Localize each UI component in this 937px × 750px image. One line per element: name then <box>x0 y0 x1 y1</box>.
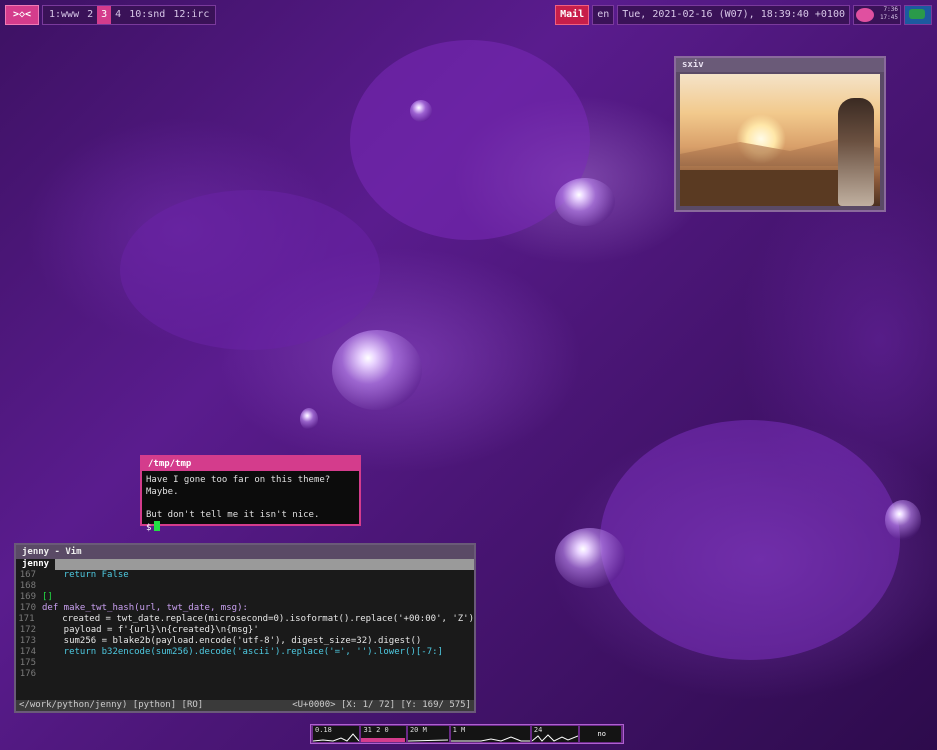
code-text: payload = f'{url}\n{created}\n{msg}' <box>42 625 259 635</box>
globe-icon[interactable] <box>904 5 932 25</box>
code-line[interactable]: 172 payload = f'{url}\n{created}\n{msg}' <box>16 625 474 636</box>
line-number: 170 <box>19 603 36 613</box>
sunrise-time: 7:36 <box>883 6 898 13</box>
line-number: 168 <box>19 581 36 591</box>
mail-indicator[interactable]: Mail <box>555 5 590 25</box>
water-drop <box>332 330 422 410</box>
terminal-line: But don't tell me it isn't nice. <box>146 509 320 520</box>
line-number: 173 <box>19 636 36 646</box>
table <box>680 170 840 206</box>
petal <box>600 420 900 660</box>
workspace-1[interactable]: 1:www <box>45 6 83 24</box>
workspace-list: 1:www 2 3 4 10:snd 12:irc <box>42 5 217 25</box>
cpu-graph: 31 2 0 <box>361 726 406 742</box>
line-number: 172 <box>19 625 36 635</box>
line-number: 174 <box>19 647 36 657</box>
sunset-photo <box>680 74 880 206</box>
code-text: return False <box>42 570 129 580</box>
code-line[interactable]: 173 sum256 = blake2b(payload.encode('utf… <box>16 636 474 647</box>
person <box>838 98 874 206</box>
vim-tabline: jenny <box>16 559 474 570</box>
sxiv-window[interactable]: sxiv <box>674 56 886 212</box>
water-drop <box>555 178 615 226</box>
code-text: return b32encode(sum256).decode('ascii')… <box>42 647 443 657</box>
line-number: 167 <box>19 570 36 580</box>
code-text: sum256 = blake2b(payload.encode('utf-8')… <box>42 636 422 646</box>
line-number: 171 <box>18 614 35 624</box>
water-drop <box>410 100 432 122</box>
sunset-time: 17:45 <box>879 14 898 21</box>
code-text: [] <box>42 592 53 602</box>
disk: 24 <box>531 726 579 742</box>
code-line[interactable]: 168 <box>16 581 474 592</box>
code-line[interactable]: 167 return False <box>16 570 474 581</box>
workspace-12[interactable]: 12:irc <box>169 6 213 24</box>
line-number: 176 <box>19 669 36 679</box>
terminal-window[interactable]: /tmp/tmp Have I gone too far on this the… <box>140 455 361 533</box>
line-number: 169 <box>19 592 36 602</box>
top-bar: >◇< 1:www 2 3 4 10:snd 12:irc Mail en Tu… <box>5 5 932 25</box>
vim-statusline: </work/python/jenny) [python] [RO] <U+00… <box>16 700 474 711</box>
code-text: created = twt_date.replace(microsecond=0… <box>40 614 474 624</box>
terminal-line: Have I gone too far on this theme? Maybe… <box>146 475 331 497</box>
petal <box>350 40 590 240</box>
moon-icon <box>856 8 874 22</box>
network: 1 M <box>450 726 530 742</box>
window-title: sxiv <box>676 58 884 72</box>
terminal-output[interactable]: Have I gone too far on this theme? Maybe… <box>142 471 359 535</box>
launcher-button[interactable]: >◇< <box>5 5 39 25</box>
workspace-2[interactable]: 2 <box>83 6 97 24</box>
code-line[interactable]: 169 [] <box>16 592 474 603</box>
water-drop <box>300 408 318 430</box>
line-number: 175 <box>19 658 36 668</box>
memory: 20 M <box>407 726 449 742</box>
code-line[interactable]: 176 <box>16 669 474 680</box>
battery-status: no battery <box>580 726 622 742</box>
clock: Tue, 2021-02-16 (W07), 18:39:40 +0100 <box>617 5 850 25</box>
workspace-4[interactable]: 4 <box>111 6 125 24</box>
workspace-3[interactable]: 3 <box>97 6 112 24</box>
window-title: jenny - Vim <box>16 545 474 559</box>
code-line[interactable]: 170 def make_twt_hash(url, twt_date, msg)… <box>16 603 474 614</box>
cursor <box>154 521 161 531</box>
vim-window[interactable]: jenny - Vim jenny 167 return False 168 169… <box>14 543 476 713</box>
prompt-symbol: $ <box>146 523 152 533</box>
terminal-prompt[interactable]: $ <box>146 521 355 535</box>
workspace-10[interactable]: 10:snd <box>125 6 169 24</box>
code-text: def make_twt_hash(url, twt_date, msg): <box>42 603 248 613</box>
keyboard-layout[interactable]: en <box>592 5 615 25</box>
water-drop <box>885 500 921 540</box>
code-line[interactable]: 174 return b32encode(sum256).decode('asc… <box>16 647 474 658</box>
petal <box>120 190 380 350</box>
vim-buffer[interactable]: 167 return False 168 169[] 170 def make_twt_… <box>16 570 474 680</box>
cpu-load: 0.18 <box>313 726 360 742</box>
status-right: <U+0000> [X: 1/ 72] [Y: 169/ 575] <box>292 700 471 710</box>
window-title: /tmp/tmp <box>142 457 359 471</box>
system-monitor-bar: 0.18 31 2 0 20 M 1 M 24 no battery <box>310 724 624 744</box>
code-line[interactable]: 175 <box>16 658 474 669</box>
sun-tray[interactable]: 7:36 17:45 <box>853 5 901 25</box>
tab-jenny[interactable]: jenny <box>16 559 56 570</box>
status-left: </work/python/jenny) [python] [RO] <box>19 700 204 710</box>
water-drop <box>555 528 625 588</box>
code-line[interactable]: 171 created = twt_date.replace(microseco… <box>16 614 474 625</box>
